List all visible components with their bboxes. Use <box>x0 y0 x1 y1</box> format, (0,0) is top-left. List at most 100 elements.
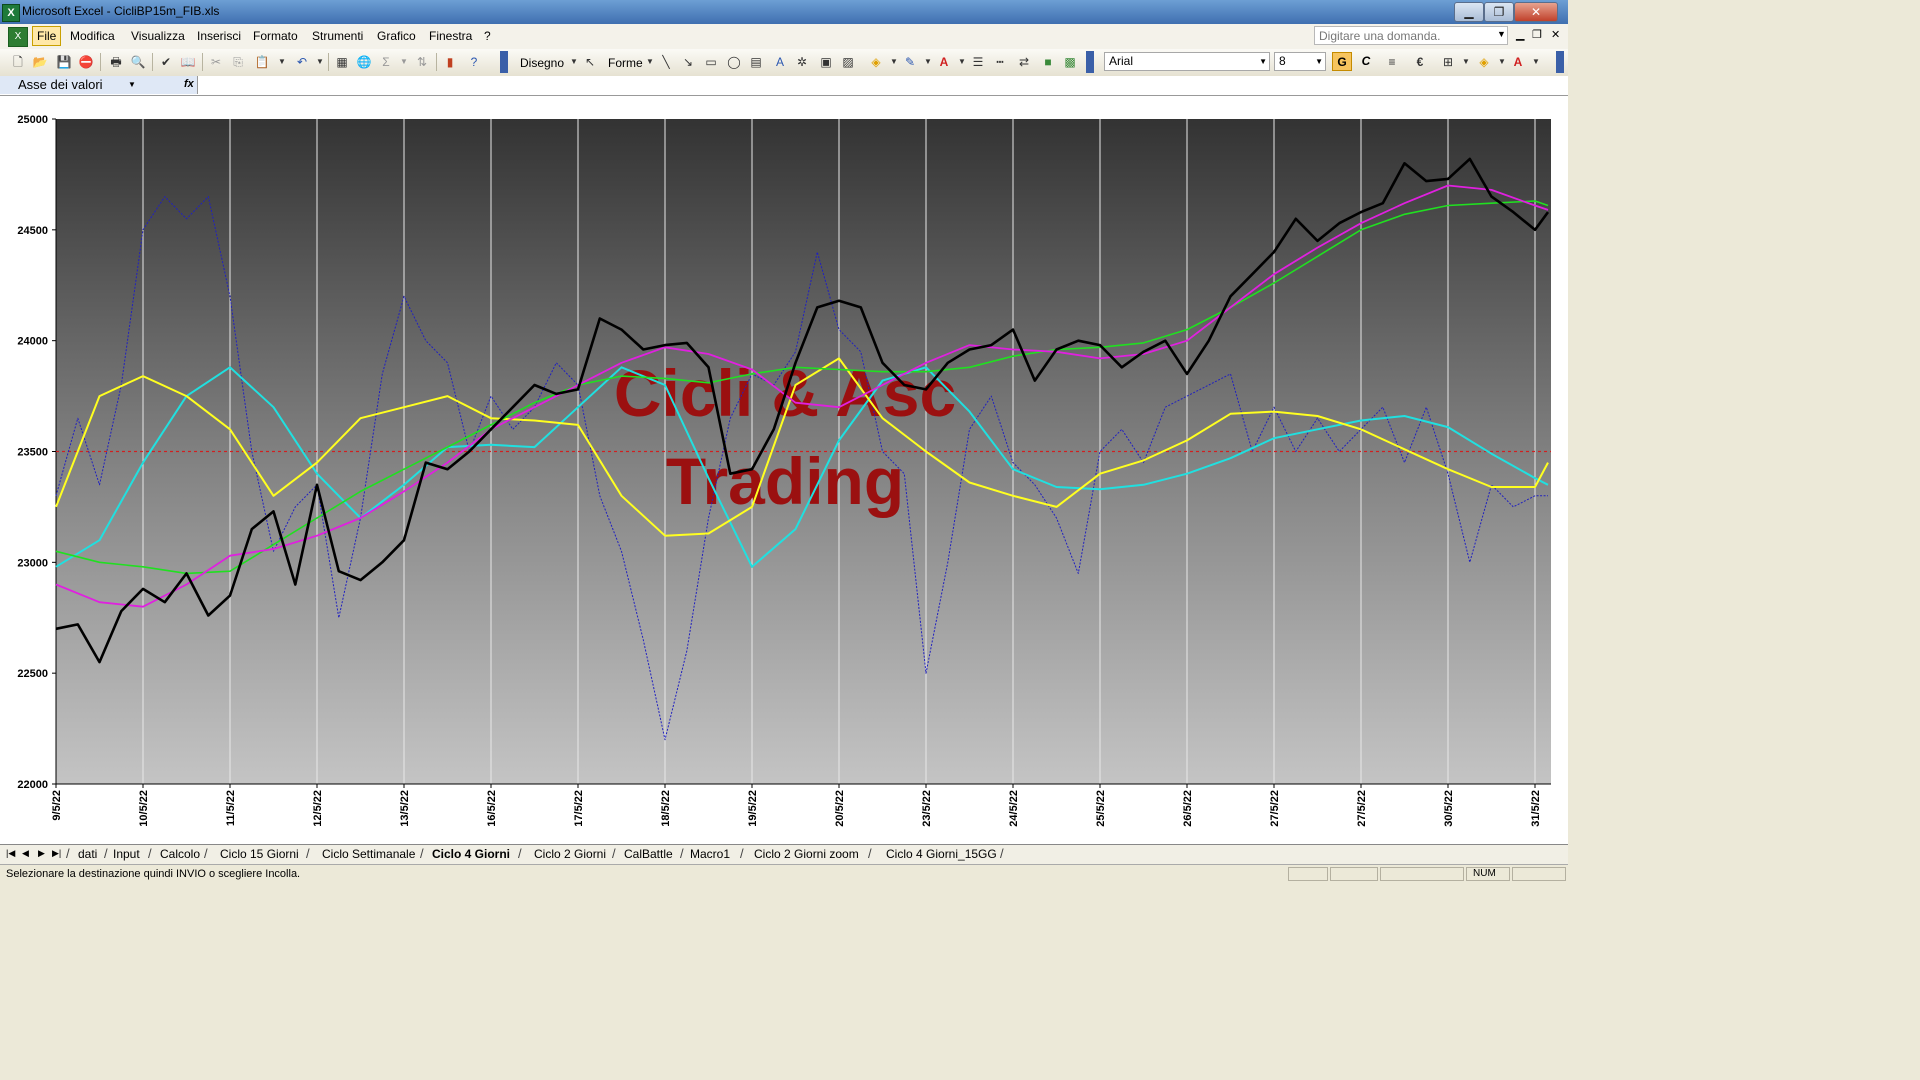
copy-icon[interactable]: ⎘ <box>230 54 246 70</box>
bold-button[interactable]: G <box>1332 52 1352 71</box>
undo-dropdown-icon[interactable]: ▼ <box>312 54 328 70</box>
chart-icon[interactable]: ▮ <box>442 54 458 70</box>
arrow-style-icon[interactable]: ⇄ <box>1016 54 1032 70</box>
status-cell <box>1512 867 1566 881</box>
fill-color-icon[interactable]: ◈ <box>868 54 884 70</box>
drawing-dropdown-icon[interactable]: ▼ <box>566 54 582 70</box>
help-dropdown-icon[interactable]: ▼ <box>1497 29 1506 39</box>
tab-ciclo-15-giorni[interactable]: Ciclo 15 Giorni <box>220 846 299 863</box>
chart-wizard-icon[interactable]: ▦ <box>334 54 350 70</box>
autosum-icon[interactable]: Σ <box>378 54 394 70</box>
menu-file[interactable]: File <box>32 26 62 46</box>
y-axis[interactable]: 22000 22500 23000 23500 24000 24500 25000 <box>17 114 57 791</box>
menu-modifica[interactable]: Modifica <box>70 29 115 43</box>
sort-icon[interactable]: ⇅ <box>414 54 430 70</box>
tab-ciclo-4-giorni-15gg[interactable]: Ciclo 4 Giorni_15GG <box>886 846 997 863</box>
tab-ciclo-2-giorni-zoom[interactable]: Ciclo 2 Giorni zoom <box>754 846 859 863</box>
tab-calcolo[interactable]: Calcolo <box>160 846 200 863</box>
font-name-select[interactable]: Arial ▼ <box>1104 52 1270 71</box>
close-button[interactable]: ✕ <box>1514 2 1558 22</box>
minimize-button[interactable]: ▁ <box>1454 2 1484 22</box>
align-center-icon[interactable]: ≡ <box>1384 54 1400 70</box>
fill-color-dropdown-icon-2[interactable]: ▼ <box>1494 54 1510 70</box>
borders-icon[interactable]: ⊞ <box>1440 54 1456 70</box>
paste-dropdown-icon[interactable]: ▼ <box>274 54 290 70</box>
tab-macro1[interactable]: Macro1 <box>690 846 730 863</box>
doc-minimize-button[interactable]: ▁ <box>1516 28 1524 41</box>
tab-ciclo-2-giorni[interactable]: Ciclo 2 Giorni <box>534 846 606 863</box>
next-sheet-icon[interactable]: ▶ <box>38 848 45 859</box>
print-preview-icon[interactable]: 🔍 <box>130 54 146 70</box>
x-axis[interactable]: 9/5/22 10/5/22 11/5/22 12/5/22 13/5/22 16/5/2… <box>51 783 1551 827</box>
tab-dati[interactable]: dati <box>78 846 97 863</box>
font-color-icon-2[interactable]: A <box>1510 54 1526 70</box>
doc-close-button[interactable]: ✕ <box>1551 28 1560 41</box>
help-icon[interactable]: ? <box>466 54 482 70</box>
picture-icon[interactable]: ▨ <box>840 54 856 70</box>
oval-icon[interactable]: ◯ <box>726 54 742 70</box>
font-color-dropdown-icon-2[interactable]: ▼ <box>1528 54 1544 70</box>
dash-style-icon[interactable]: ┅ <box>992 54 1008 70</box>
textbox-icon[interactable]: ▤ <box>748 54 764 70</box>
menu-inserisci[interactable]: Inserisci <box>197 29 241 43</box>
menu-help[interactable]: ? <box>484 29 491 43</box>
research-icon[interactable]: 📖 <box>180 54 196 70</box>
select-objects-icon[interactable]: ↖ <box>582 54 598 70</box>
fill-color-dropdown-icon[interactable]: ▼ <box>886 54 902 70</box>
chart-area[interactable]: 22000 22500 23000 23500 24000 24500 25000 9/5/… <box>0 96 1568 844</box>
open-icon[interactable]: 📂 <box>32 54 48 70</box>
menu-strumenti[interactable]: Strumenti <box>312 29 363 43</box>
fx-icon[interactable]: fx <box>184 78 194 90</box>
workbook-icon[interactable]: X <box>8 27 28 47</box>
rectangle-icon[interactable]: ▭ <box>703 54 719 70</box>
clipart-icon[interactable]: ▣ <box>818 54 834 70</box>
name-box[interactable]: Asse dei valori <box>0 76 198 94</box>
prev-sheet-icon[interactable]: ◀ <box>22 848 29 859</box>
3d-icon[interactable]: ▩ <box>1062 54 1078 70</box>
line-icon[interactable]: ╲ <box>658 54 674 70</box>
wordart-icon[interactable]: A <box>772 54 788 70</box>
euro-icon[interactable]: € <box>1412 54 1428 70</box>
print-icon[interactable]: 🖶 <box>108 54 124 70</box>
arrow-icon[interactable]: ↘ <box>680 54 696 70</box>
menu-finestra[interactable]: Finestra <box>429 29 472 43</box>
line-style-icon[interactable]: ☰ <box>970 54 986 70</box>
autosum-dropdown-icon[interactable]: ▼ <box>396 54 412 70</box>
line-color-dropdown-icon[interactable]: ▼ <box>920 54 936 70</box>
font-color-dropdown-icon[interactable]: ▼ <box>954 54 970 70</box>
menu-formato[interactable]: Formato <box>253 29 298 43</box>
shapes-menu[interactable]: Forme <box>608 56 643 70</box>
tab-calbattle[interactable]: CalBattle <box>624 846 673 863</box>
line-chart[interactable]: 22000 22500 23000 23500 24000 24500 25000 9/5/… <box>0 96 1568 844</box>
menu-grafico[interactable]: Grafico <box>377 29 416 43</box>
menu-visualizza[interactable]: Visualizza <box>131 29 185 43</box>
drawing-menu[interactable]: Disegno <box>520 56 564 70</box>
excel-app-icon[interactable]: X <box>2 4 20 22</box>
permission-icon[interactable]: ⛔ <box>78 54 94 70</box>
paste-icon[interactable]: 📋 <box>254 54 270 70</box>
tab-ciclo-4-giorni[interactable]: Ciclo 4 Giorni <box>432 846 510 863</box>
last-sheet-icon[interactable]: ▶| <box>52 848 61 859</box>
shadow-icon[interactable]: ■ <box>1040 54 1056 70</box>
font-color-icon[interactable]: A <box>936 54 952 70</box>
line-color-icon[interactable]: ✎ <box>902 54 918 70</box>
chevron-down-icon[interactable]: ▼ <box>128 80 136 89</box>
shapes-dropdown-icon[interactable]: ▼ <box>642 54 658 70</box>
restore-button[interactable]: ❐ <box>1484 2 1514 22</box>
spelling-icon[interactable]: ✔ <box>158 54 174 70</box>
diagram-icon[interactable]: ✲ <box>794 54 810 70</box>
new-icon[interactable]: 🗋 <box>10 54 26 70</box>
help-search-input[interactable]: Digitare una domanda. <box>1314 26 1508 45</box>
tab-ciclo-settimanale[interactable]: Ciclo Settimanale <box>322 846 415 863</box>
save-icon[interactable]: 💾 <box>56 54 72 70</box>
doc-restore-button[interactable]: ❐ <box>1532 28 1542 41</box>
hyperlink-icon[interactable]: 🌐 <box>356 54 372 70</box>
first-sheet-icon[interactable]: |◀ <box>6 848 15 859</box>
font-size-select[interactable]: 8 ▼ <box>1274 52 1326 71</box>
undo-icon[interactable]: ↶ <box>294 54 310 70</box>
italic-button[interactable]: C <box>1356 52 1376 71</box>
fill-color-icon-2[interactable]: ◈ <box>1476 54 1492 70</box>
tab-input[interactable]: Input <box>113 846 140 863</box>
cut-icon[interactable]: ✂ <box>208 54 224 70</box>
borders-dropdown-icon[interactable]: ▼ <box>1458 54 1474 70</box>
